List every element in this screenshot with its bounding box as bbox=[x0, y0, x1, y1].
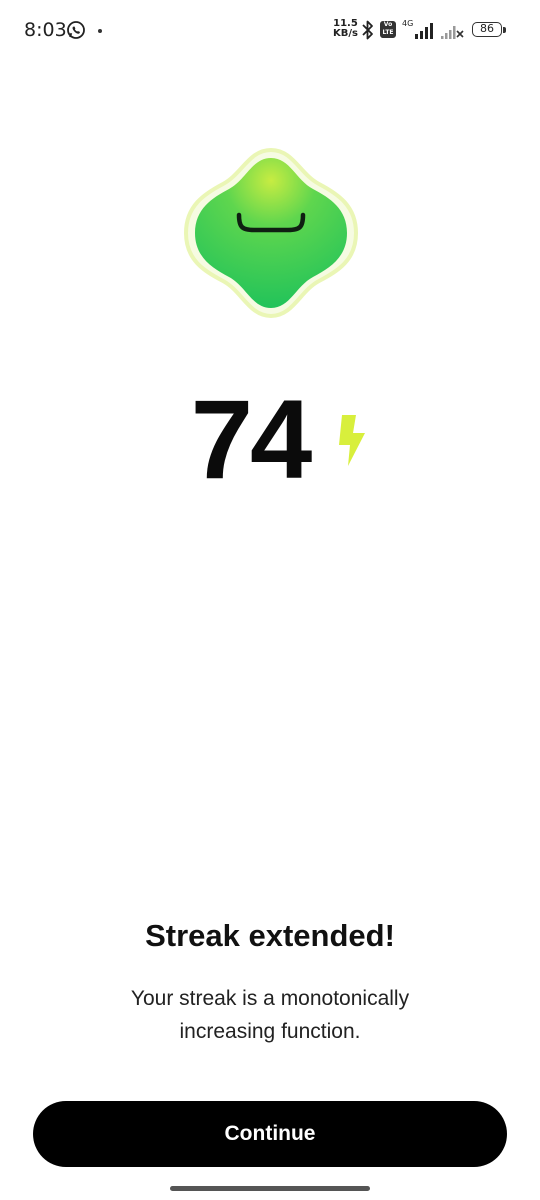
home-indicator[interactable] bbox=[170, 1186, 370, 1191]
mascot-body bbox=[195, 158, 347, 308]
battery-icon: 86 bbox=[472, 22, 502, 37]
status-time: 8:03 bbox=[24, 19, 67, 41]
battery-tip bbox=[503, 27, 506, 33]
signal-no-service-icon bbox=[441, 26, 464, 39]
signal-strength-icon: 4G bbox=[402, 19, 433, 39]
status-bar: 8:03 11.5 KB/s Vo LTE 4G 86 bbox=[0, 0, 540, 62]
notification-dot bbox=[98, 29, 102, 33]
whatsapp-icon bbox=[67, 21, 85, 39]
network-speed: 11.5 KB/s bbox=[333, 19, 358, 39]
streak-subtitle: Your streak is a monotonically increasin… bbox=[130, 987, 410, 1043]
network-type-label: 4G bbox=[402, 19, 413, 28]
volte-icon: Vo LTE bbox=[380, 21, 396, 38]
streak-title: Streak extended! bbox=[145, 918, 395, 953]
continue-button[interactable]: Continue bbox=[33, 1101, 507, 1167]
lightning-bolt-icon bbox=[339, 415, 365, 466]
mascot-illustration bbox=[183, 147, 359, 319]
streak-count: 74 bbox=[190, 377, 313, 502]
bluetooth-icon bbox=[362, 20, 373, 40]
network-speed-unit: KB/s bbox=[333, 28, 358, 39]
